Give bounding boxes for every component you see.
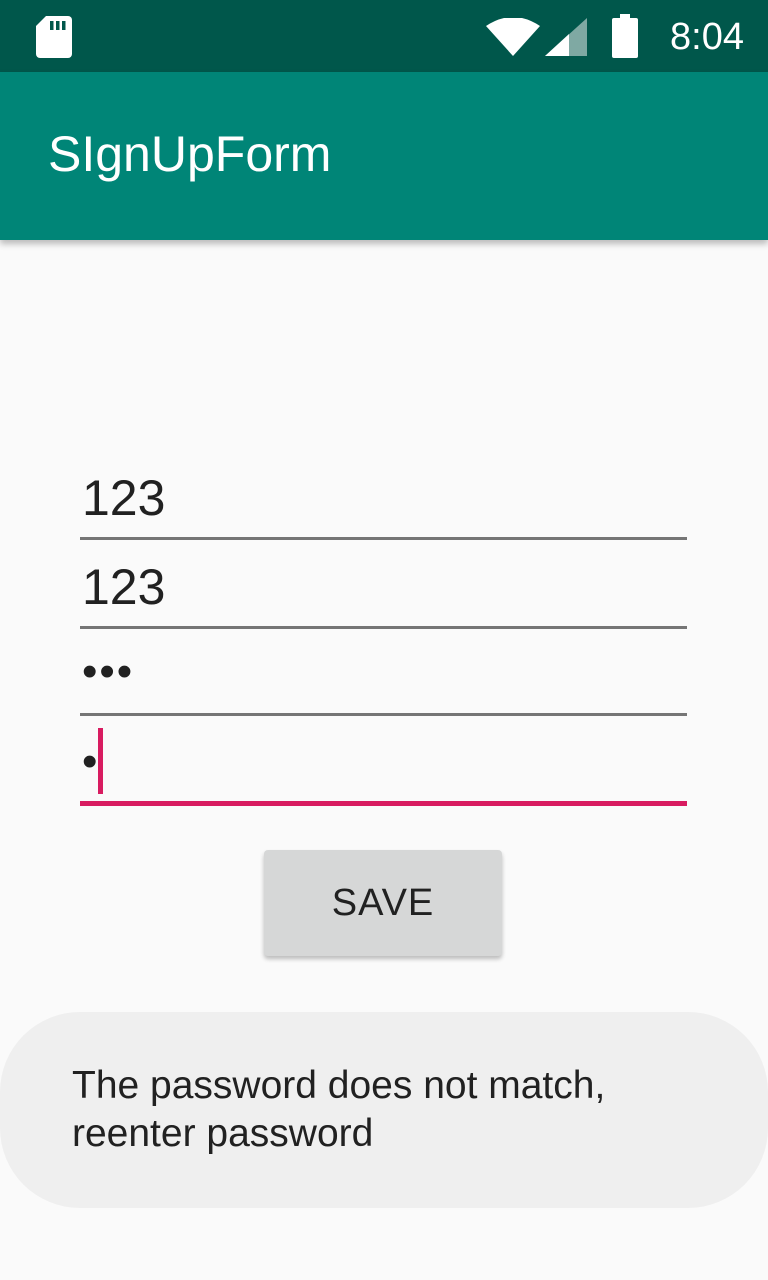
input-underline bbox=[80, 537, 687, 540]
password-field[interactable]: ••• bbox=[80, 636, 687, 716]
text-cursor bbox=[98, 728, 103, 794]
input-underline bbox=[80, 626, 687, 629]
first-input-field[interactable]: 123 bbox=[80, 460, 687, 540]
save-button-label: SAVE bbox=[331, 881, 435, 924]
second-input-field[interactable]: 123 bbox=[80, 549, 687, 629]
cell-signal-icon bbox=[545, 18, 587, 56]
status-bar: 8:04 bbox=[0, 0, 768, 72]
second-input-value: 123 bbox=[82, 559, 166, 615]
input-underline-focused bbox=[80, 801, 687, 806]
screen: 8:04 SIgnUpForm 123 123 ••• • SAVE The p… bbox=[0, 0, 768, 1280]
toast-message: The password does not match, reenter pas… bbox=[72, 1064, 606, 1155]
wifi-icon bbox=[486, 18, 540, 56]
password-value: ••• bbox=[82, 647, 135, 696]
app-bar: SIgnUpForm bbox=[0, 72, 768, 240]
status-clock: 8:04 bbox=[670, 16, 744, 58]
app-title: SIgnUpForm bbox=[48, 126, 332, 182]
save-button[interactable]: SAVE bbox=[264, 850, 502, 956]
confirm-password-value: • bbox=[82, 737, 100, 786]
toast: The password does not match, reenter pas… bbox=[0, 1012, 768, 1208]
battery-icon bbox=[612, 14, 638, 58]
input-underline bbox=[80, 713, 687, 716]
first-input-value: 123 bbox=[82, 470, 166, 526]
confirm-password-field[interactable]: • bbox=[80, 722, 687, 806]
sd-card-icon bbox=[36, 16, 72, 58]
